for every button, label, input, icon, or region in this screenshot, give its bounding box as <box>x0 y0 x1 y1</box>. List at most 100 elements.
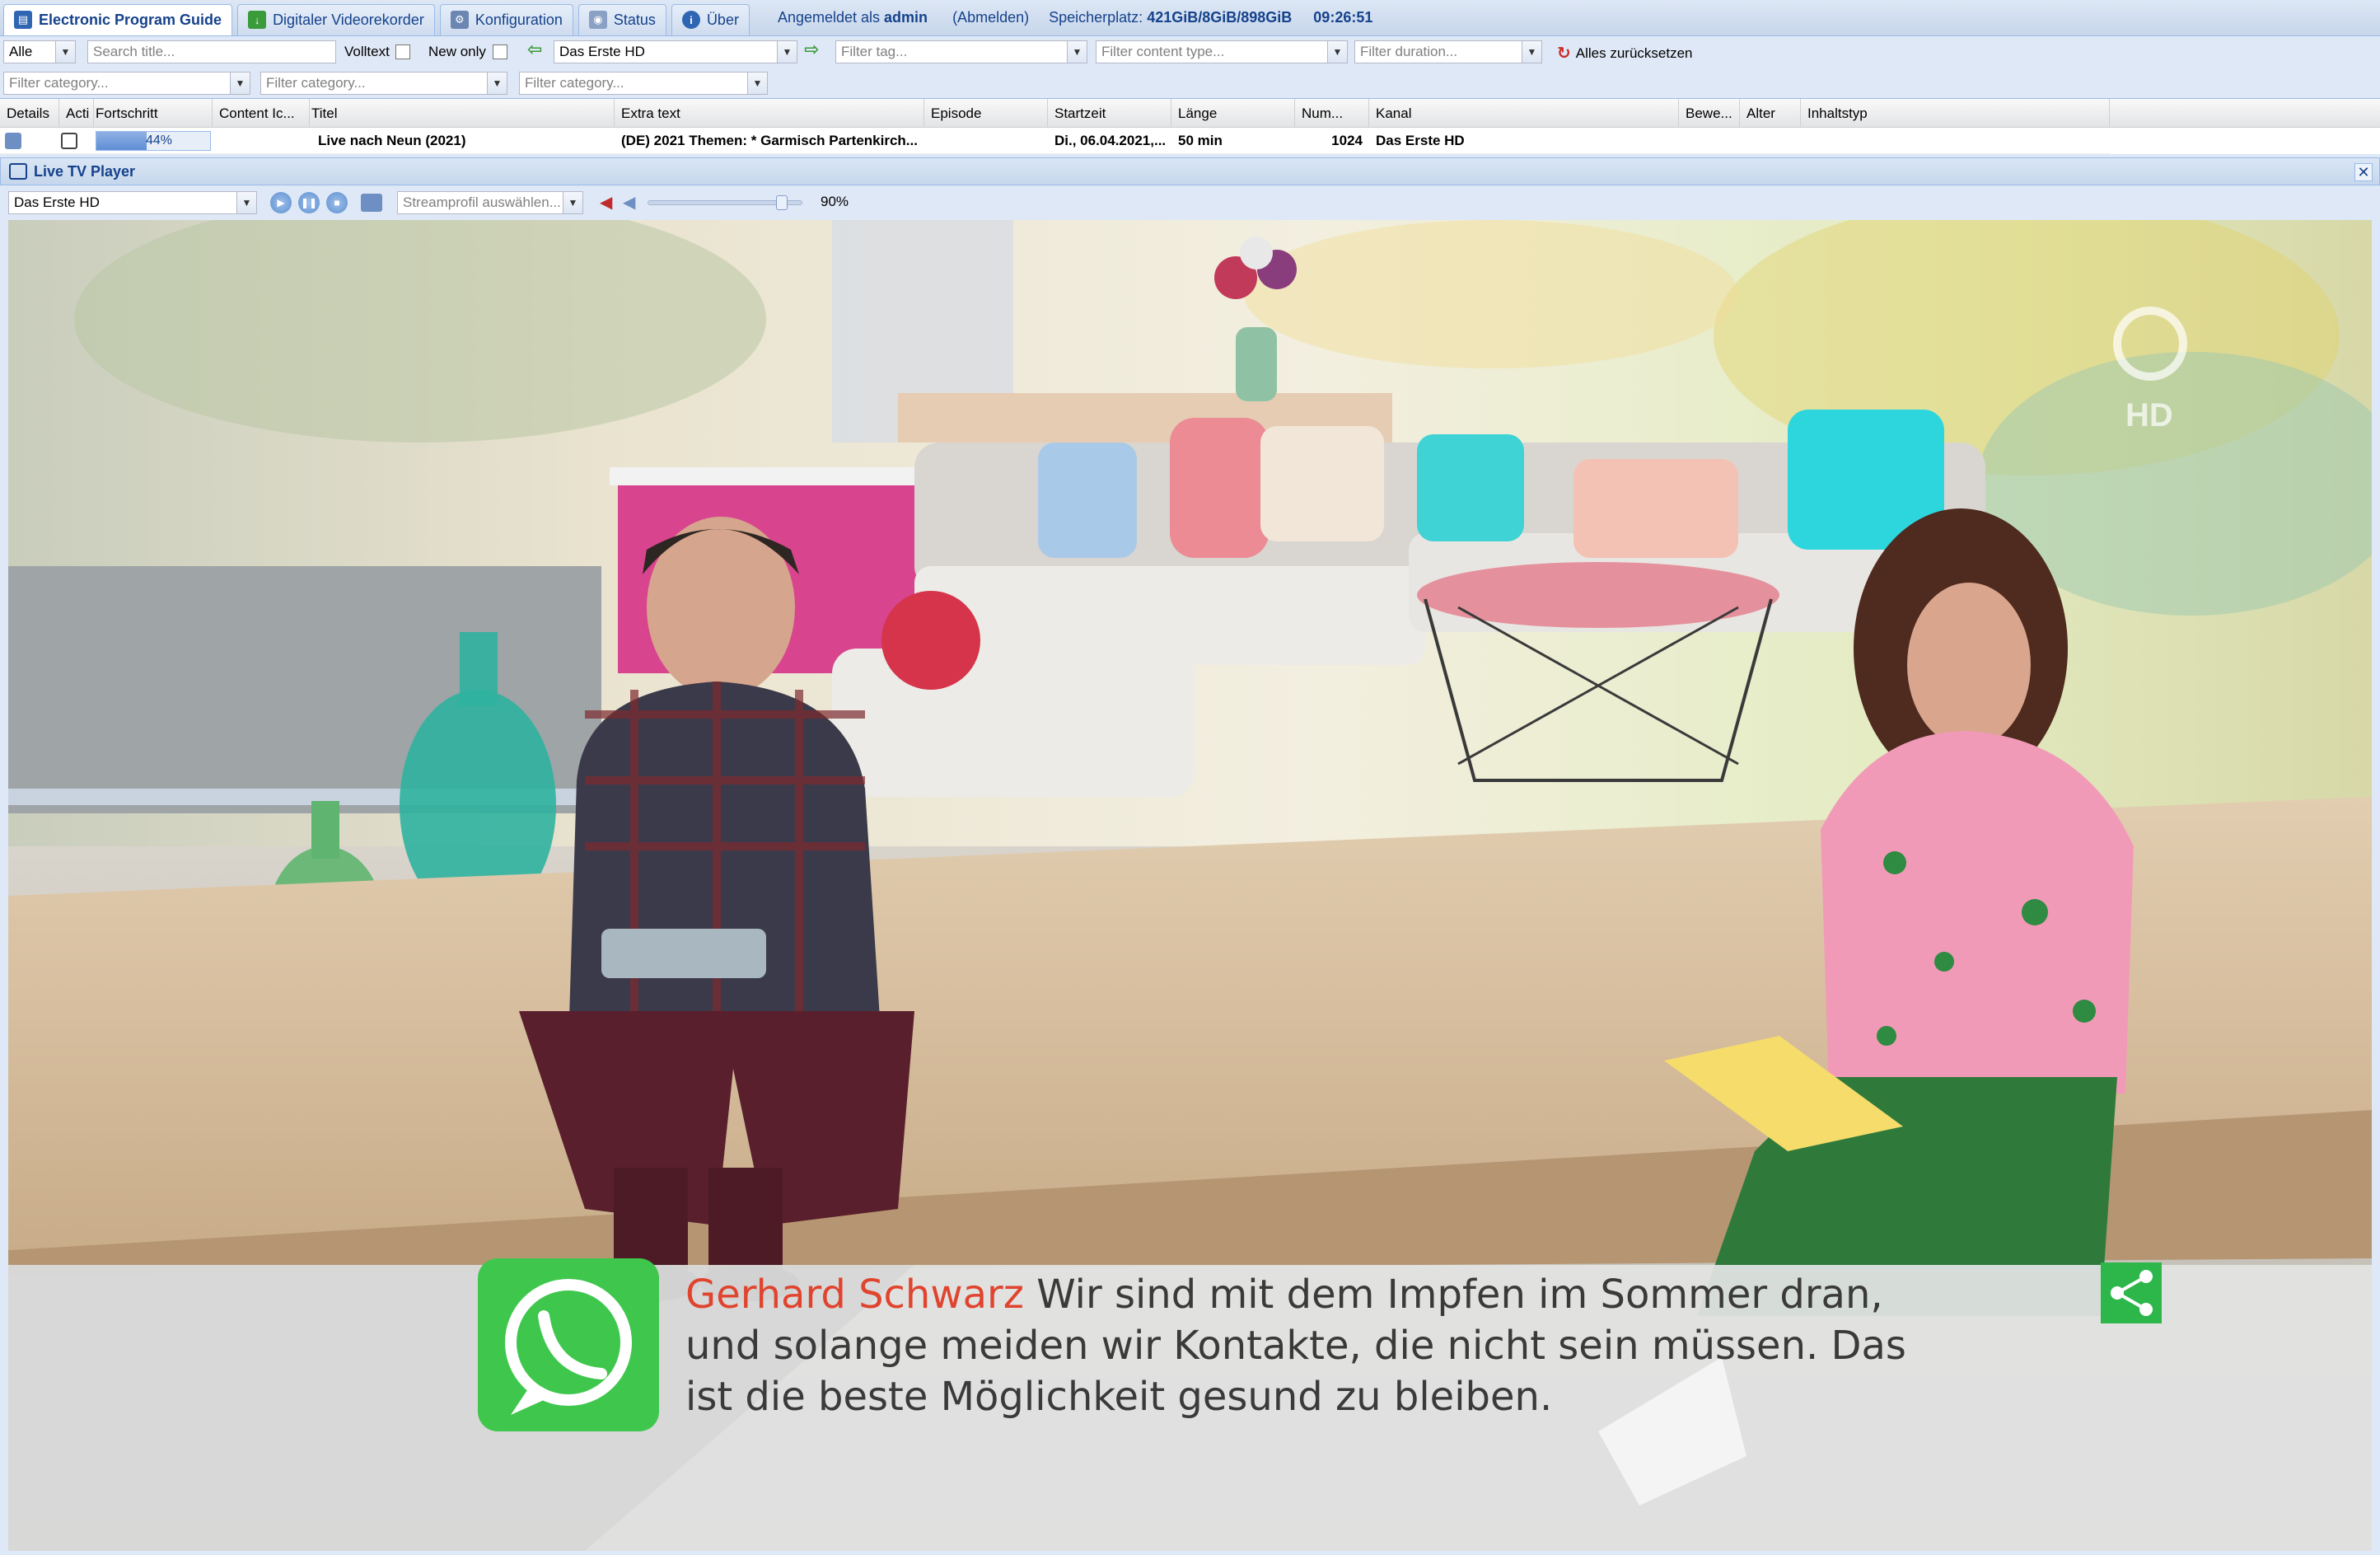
new-only-checkbox[interactable] <box>493 44 507 59</box>
column-details[interactable]: Details <box>0 99 59 128</box>
column-age[interactable]: Alter <box>1740 99 1801 128</box>
stream-profile-select[interactable]: Streamprofil auswählen... ▼ <box>397 191 583 214</box>
tab-epg[interactable]: ▤ Electronic Program Guide <box>3 3 233 35</box>
fulltext-checkbox[interactable] <box>395 44 410 59</box>
row-content-type <box>1801 128 2110 154</box>
scope-select[interactable]: Alle ▼ <box>3 40 76 63</box>
wrench-icon: ⚙ <box>450 11 469 29</box>
pillow <box>1038 443 1137 558</box>
category-filter-1[interactable]: Filter category... ▼ <box>3 72 250 95</box>
duration-filter-placeholder: Filter duration... <box>1360 44 1458 59</box>
logout-link[interactable]: (Abmelden) <box>952 9 1029 26</box>
category-filter-2-placeholder: Filter category... <box>266 75 366 91</box>
tag-filter-select[interactable]: Filter tag... ▼ <box>835 40 1087 63</box>
tab-config[interactable]: ⚙ Konfiguration <box>439 3 573 35</box>
column-content-type[interactable]: Inhaltstyp <box>1801 99 2110 128</box>
category-filter-1-placeholder: Filter category... <box>9 75 109 91</box>
tag-filter-placeholder: Filter tag... <box>841 44 908 59</box>
clock: 09:26:51 <box>1313 9 1373 26</box>
channel-filter-select[interactable]: Das Erste HD ▼ <box>554 40 797 63</box>
epg-icon: ▤ <box>14 11 32 29</box>
volume-slider-thumb[interactable] <box>776 195 788 210</box>
reset-all-button[interactable]: ↻ Alles zurücksetzen <box>1557 43 1693 63</box>
tv-icon <box>9 163 27 180</box>
search-title-placeholder: Search title... <box>93 44 175 59</box>
status-icon: ◉ <box>588 11 607 29</box>
pause-icon[interactable]: ❚❚ <box>298 192 320 213</box>
top-tab-bar: ▤ Electronic Program Guide ↓ Digitaler V… <box>0 0 2380 36</box>
previous-channel-icon[interactable]: ⇦ <box>527 39 542 60</box>
chevron-down-icon: ▼ <box>1522 41 1541 63</box>
tab-about[interactable]: i Über <box>671 3 750 35</box>
reset-all-label: Alles zurücksetzen <box>1575 44 1693 61</box>
info-icon: i <box>681 11 700 29</box>
tab-dvr[interactable]: ↓ Digitaler Videorekorder <box>237 3 435 35</box>
tab-status[interactable]: ◉ Status <box>577 3 666 35</box>
row-episode <box>924 128 1048 154</box>
chevron-down-icon: ▼ <box>55 41 75 63</box>
chevron-down-icon: ▼ <box>747 73 767 94</box>
category-filter-toolbar: Filter category... ▼ Filter category... … <box>0 68 2380 99</box>
chevron-down-icon: ▼ <box>563 192 582 213</box>
channel-filter-value: Das Erste HD <box>559 44 645 59</box>
tab-epg-label: Electronic Program Guide <box>39 11 222 28</box>
player-title: Live TV Player <box>34 162 136 180</box>
duration-filter-select[interactable]: Filter duration... ▼ <box>1354 40 1542 63</box>
fullscreen-icon[interactable] <box>361 194 382 212</box>
next-channel-icon[interactable]: ⇨ <box>804 39 819 60</box>
column-channel[interactable]: Kanal <box>1369 99 1679 128</box>
chevron-down-icon: ▼ <box>1327 41 1347 63</box>
category-filter-2[interactable]: Filter category... ▼ <box>260 72 507 95</box>
search-title-input[interactable]: Search title... <box>87 40 336 63</box>
record-icon[interactable] <box>61 133 77 149</box>
content-type-filter-select[interactable]: Filter content type... ▼ <box>1096 40 1348 63</box>
player-controls: Das Erste HD ▼ ▶ ❚❚ ■ Streamprofil auswä… <box>0 185 2380 220</box>
scope-value: Alle <box>9 44 33 59</box>
table-row[interactable]: 44% Live nach Neun (2021) (DE) 2021 Them… <box>0 128 2110 154</box>
chevron-down-icon: ▼ <box>236 192 256 213</box>
column-episode[interactable]: Episode <box>924 99 1048 128</box>
live-tv-player-header: Live TV Player ✕ <box>0 157 2380 185</box>
column-start[interactable]: Startzeit <box>1048 99 1171 128</box>
column-extra-text[interactable]: Extra text <box>615 99 924 128</box>
volume-percent: 90% <box>821 194 849 209</box>
progress-bar: 44% <box>96 131 211 151</box>
tab-about-label: Über <box>706 11 739 28</box>
column-duration[interactable]: Länge <box>1171 99 1295 128</box>
play-icon[interactable]: ▶ <box>270 192 292 213</box>
video-frame[interactable]: HD Gerhard Schwarz Wir sind mit dem Impf… <box>8 220 2372 1551</box>
close-icon[interactable]: ✕ <box>2354 163 2373 181</box>
player-channel-select[interactable]: Das Erste HD ▼ <box>8 191 257 214</box>
volume-slider[interactable] <box>648 195 802 210</box>
new-only-label: New only <box>428 44 486 59</box>
column-content-icons[interactable]: Content Ic... <box>213 99 310 128</box>
fulltext-label: Volltext <box>344 44 390 59</box>
column-progress[interactable]: Fortschritt <box>89 99 213 128</box>
volume-icon: ◀ <box>623 194 636 212</box>
column-rating[interactable]: Bewe... <box>1679 99 1740 128</box>
chevron-down-icon: ▼ <box>487 73 507 94</box>
details-icon[interactable] <box>5 133 21 149</box>
filter-toolbar: Alle ▼ Search title... Volltext New only… <box>0 36 2380 68</box>
stop-icon[interactable]: ■ <box>326 192 348 213</box>
subtitle-text: Gerhard Schwarz Wir sind mit dem Impfen … <box>685 1269 1921 1422</box>
column-number[interactable]: Num... <box>1295 99 1369 128</box>
row-number: 1024 <box>1331 133 1363 148</box>
category-filter-3[interactable]: Filter category... ▼ <box>519 72 768 95</box>
grid-empty-area <box>2110 128 2380 154</box>
category-filter-3-placeholder: Filter category... <box>525 75 624 91</box>
chevron-down-icon: ▼ <box>1067 41 1087 63</box>
storage-label: Speicherplatz: <box>1049 9 1143 26</box>
row-rating <box>1679 128 1740 154</box>
tab-dvr-label: Digitaler Videorekorder <box>273 11 424 28</box>
chevron-down-icon: ▼ <box>777 41 797 63</box>
row-channel: Das Erste HD <box>1376 133 1465 148</box>
storage-value: 421GiB/8GiB/898GiB <box>1147 9 1293 26</box>
login-prefix: Angemeldet als <box>777 9 881 26</box>
login-user: admin <box>884 9 928 26</box>
storage-info: Speicherplatz: 421GiB/8GiB/898GiB <box>1049 9 1292 26</box>
mute-icon[interactable]: ◀ <box>600 192 612 213</box>
tab-config-label: Konfiguration <box>475 11 563 28</box>
column-title[interactable]: Titel <box>305 99 615 128</box>
reset-icon: ↻ <box>1557 44 1571 63</box>
